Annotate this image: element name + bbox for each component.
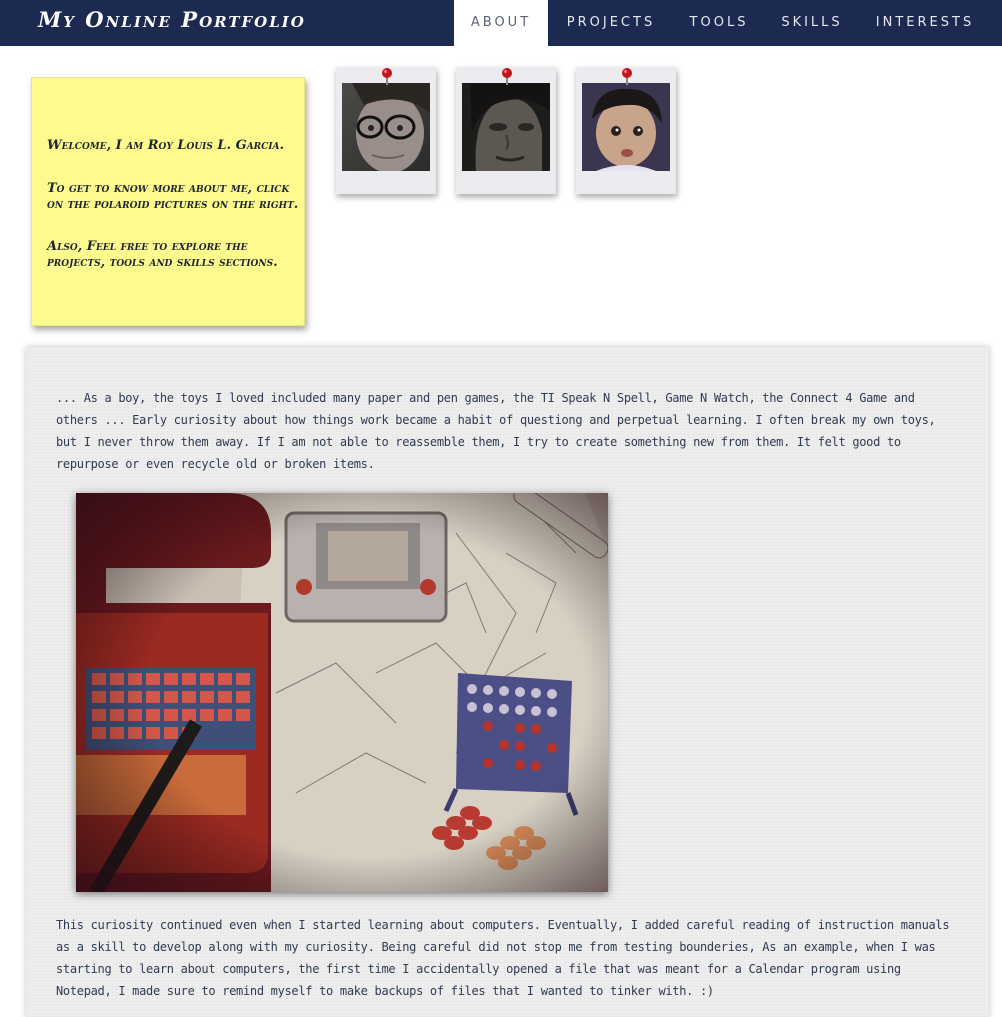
top-navbar: My Online Portfolio ABOUT PROJECTS TOOLS… — [0, 0, 1002, 46]
pushpin-icon — [622, 68, 632, 85]
sticky-explore-hint: Also, Feel free to explore the projects,… — [47, 239, 278, 270]
polaroid-photo-3[interactable] — [576, 67, 676, 194]
about-paragraph-toys: ... As a boy, the toys I loved included … — [56, 391, 936, 471]
nav-skills[interactable]: SKILLS — [768, 0, 856, 46]
sticky-welcome-text: Welcome, I am Roy Louis L. Garcia. — [47, 138, 285, 153]
portrait-dark-image — [462, 83, 550, 171]
childhood-portrait-image — [582, 83, 670, 171]
nav-interests[interactable]: INTERESTS — [862, 0, 988, 46]
polaroid-photo-1[interactable] — [336, 67, 436, 194]
nav-tools[interactable]: TOOLS — [676, 0, 762, 46]
about-paragraph-computers: This curiosity continued even when I sta… — [56, 918, 950, 998]
polaroid-photo-2[interactable] — [456, 67, 556, 194]
nav-projects[interactable]: PROJECTS — [552, 0, 670, 46]
about-content-panel: ... As a boy, the toys I loved included … — [26, 347, 989, 1017]
pushpin-icon — [382, 68, 392, 85]
nav-about[interactable]: ABOUT — [454, 0, 548, 46]
portrait-glasses-image — [342, 83, 430, 171]
site-brand[interactable]: My Online Portfolio — [38, 6, 306, 34]
childhood-toys-image — [76, 493, 608, 892]
welcome-sticky-note: Welcome, I am Roy Louis L. Garcia. To ge… — [31, 77, 305, 326]
pushpin-icon — [502, 68, 512, 85]
sticky-polaroid-hint: To get to know more about me, click on t… — [47, 181, 299, 212]
